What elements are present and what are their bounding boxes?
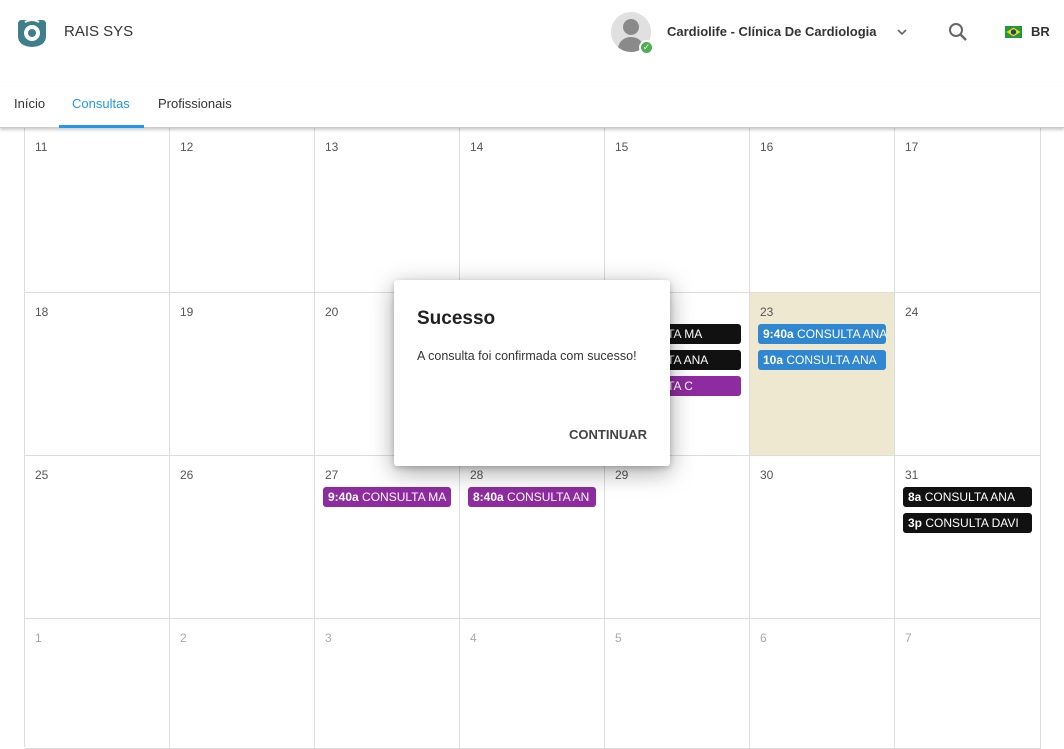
success-dialog: Sucesso A consulta foi confirmada com su… xyxy=(394,280,670,466)
continue-button[interactable]: CONTINUAR xyxy=(560,421,656,449)
dialog-title: Sucesso xyxy=(417,308,496,329)
dialog-message: A consulta foi confirmada com sucesso! xyxy=(417,349,637,363)
